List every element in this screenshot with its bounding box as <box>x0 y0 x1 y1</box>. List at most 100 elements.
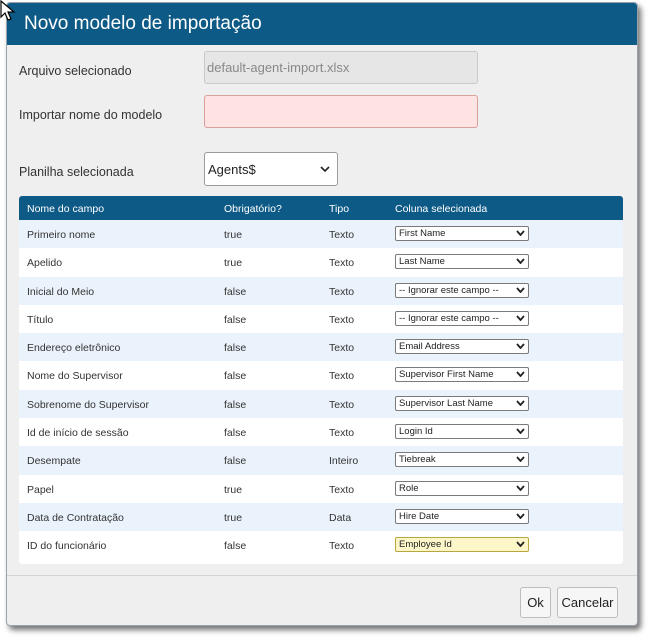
table-row: Inicial do Meio false Texto -- Ignorar este… <box>19 276 623 305</box>
chevron-down-icon <box>320 166 330 172</box>
required-cell: false <box>224 313 247 326</box>
column-select-value: Supervisor Last Name <box>399 397 493 409</box>
table-row: Primeiro nome true Texto First Name <box>19 220 623 249</box>
type-cell: Texto <box>329 427 355 440</box>
header-type: Tipo <box>329 203 350 215</box>
table-row: Desempate false Inteiro Tiebreak <box>19 446 623 475</box>
column-select-value: -- Ignorar este campo -- <box>399 312 499 324</box>
field-name-cell: Sobrenome do Supervisor <box>27 398 149 411</box>
chevron-down-icon <box>516 400 525 406</box>
header-selected-column: Coluna selecionada <box>395 203 488 215</box>
field-name-cell: Inicial do Meio <box>27 285 95 298</box>
required-cell: false <box>224 427 247 440</box>
mouse-pointer-icon <box>0 0 16 21</box>
required-cell: false <box>224 370 247 383</box>
column-select[interactable]: Hire Date <box>395 508 529 524</box>
chevron-down-icon <box>516 230 525 236</box>
dialog-title: Novo modelo de importação <box>24 13 262 34</box>
chevron-down-icon <box>516 485 525 491</box>
cancel-button[interactable]: Cancelar <box>557 587 618 618</box>
field-mapping-table: Nome do campo Obrigatório? Tipo Coluna s… <box>19 196 623 564</box>
column-select-value: -- Ignorar este campo -- <box>399 284 499 296</box>
field-name-cell: Papel <box>27 483 54 496</box>
table-body: Primeiro nome true Texto First Name Apelido t… <box>19 220 623 560</box>
column-select[interactable]: Login Id <box>395 424 529 440</box>
chevron-down-icon <box>516 456 525 463</box>
model-name-label: Importar nome do modelo <box>19 108 163 122</box>
column-select-value: Tiebreak <box>399 454 436 466</box>
sheet-label: Planilha selecionada <box>19 165 134 179</box>
type-cell: Texto <box>329 370 355 383</box>
model-name-input[interactable] <box>204 95 478 128</box>
column-select-value: Employee Id <box>399 539 452 551</box>
chevron-down-icon <box>516 371 525 378</box>
chevron-down-icon <box>516 343 525 350</box>
chevron-down-icon <box>516 315 525 321</box>
field-name-cell: Nome do Supervisor <box>27 370 123 383</box>
field-name-cell: Id de início de sessão <box>27 427 129 440</box>
table-row: Papel true Texto Role <box>19 475 623 503</box>
type-cell: Texto <box>329 483 355 496</box>
required-cell: false <box>224 455 247 468</box>
field-name-cell: Apelido <box>27 257 63 270</box>
column-select-value: Role <box>399 482 419 494</box>
footer-divider <box>7 575 637 576</box>
required-cell: false <box>224 342 247 355</box>
type-cell: Texto <box>329 285 355 298</box>
table-row: Sobrenome do Supervisor false Texto Supervi… <box>19 389 623 419</box>
header-required: Obrigatório? <box>224 203 282 215</box>
ok-button[interactable]: Ok <box>520 587 551 618</box>
type-cell: Texto <box>329 540 355 553</box>
column-select-value: Last Name <box>399 256 445 268</box>
required-cell: false <box>224 398 247 411</box>
column-select[interactable]: -- Ignorar este campo -- <box>395 282 529 298</box>
field-name-cell: Endereço eletrônico <box>27 342 121 355</box>
sheet-select[interactable]: Agents$ <box>204 152 338 186</box>
column-select[interactable]: Last Name <box>395 254 529 270</box>
column-select[interactable]: Role <box>395 480 529 496</box>
chevron-down-icon <box>516 287 525 293</box>
column-select[interactable]: Supervisor Last Name <box>395 395 529 411</box>
field-name-cell: Desempate <box>27 455 81 468</box>
column-select[interactable]: Supervisor First Name <box>395 367 529 383</box>
required-cell: true <box>224 483 243 496</box>
field-name-cell: Primeiro nome <box>27 229 96 241</box>
column-select-value: Supervisor First Name <box>399 369 494 381</box>
field-name-cell: ID do funcionário <box>27 540 107 553</box>
table-row: Nome do Supervisor false Texto Supervisor F… <box>19 361 623 389</box>
required-cell: false <box>224 540 247 553</box>
file-label: Arquivo selecionado <box>19 64 132 78</box>
field-name-cell: Título <box>27 313 54 326</box>
field-name-cell: Data de Contratação <box>27 511 124 524</box>
chevron-down-icon <box>516 541 525 548</box>
type-cell: Texto <box>329 229 355 241</box>
column-select[interactable]: Email Address <box>395 339 529 355</box>
table-row: ID do funcionário false Texto Employee Id <box>19 531 623 559</box>
column-select-value: Email Address <box>399 341 460 353</box>
type-cell: Data <box>329 511 352 524</box>
column-select[interactable]: First Name <box>395 226 529 241</box>
selected-file-value: default-agent-import.xlsx <box>207 60 350 75</box>
table-row: Id de início de sessão false Texto Login Id <box>19 418 623 446</box>
column-select-value: Hire Date <box>399 510 440 522</box>
chevron-down-icon <box>516 428 525 435</box>
column-select[interactable]: -- Ignorar este campo -- <box>395 310 529 326</box>
sheet-select-value: Agents$ <box>208 161 256 177</box>
table-row: Título false Texto -- Ignorar este campo -- <box>19 305 623 333</box>
column-select-value: Login Id <box>399 426 433 438</box>
table-row: Data de Contratação true Data Hire Date <box>19 502 623 532</box>
chevron-down-icon <box>516 258 525 265</box>
type-cell: Inteiro <box>329 455 359 468</box>
table-header: Nome do campo Obrigatório? Tipo Coluna s… <box>19 196 623 220</box>
type-cell: Texto <box>329 342 355 355</box>
required-cell: true <box>224 511 243 524</box>
selected-file-field: default-agent-import.xlsx <box>204 51 478 84</box>
table-row: Apelido true Texto Last Name <box>19 248 623 276</box>
column-select[interactable]: Tiebreak <box>395 452 529 468</box>
type-cell: Texto <box>329 313 355 326</box>
column-select-value: First Name <box>399 228 446 239</box>
type-cell: Texto <box>329 257 355 270</box>
chevron-down-icon <box>516 513 525 519</box>
column-select[interactable]: Employee Id <box>395 537 529 553</box>
required-cell: false <box>224 285 247 298</box>
